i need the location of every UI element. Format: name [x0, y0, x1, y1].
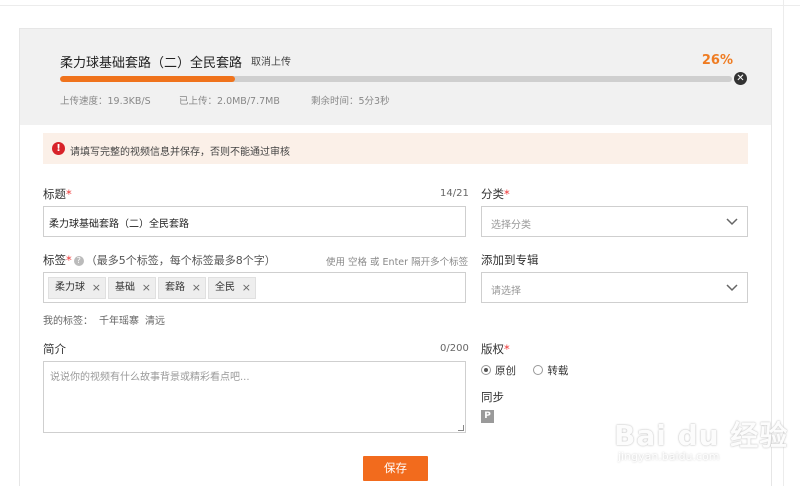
save-button[interactable]: 保存	[363, 456, 428, 481]
watermark-url: jingyan.baidu.com	[618, 450, 720, 463]
tags-input[interactable]: 柔力球 × 基础 × 套路 × 全民 ×	[43, 272, 466, 303]
radio-repost[interactable]: 转载	[533, 365, 568, 377]
tag-label: 柔力球	[55, 282, 85, 293]
watermark-logo-text: Bai du 经验	[614, 419, 789, 452]
radio-button[interactable]	[533, 365, 544, 375]
album-select[interactable]: 请选择	[481, 272, 748, 303]
uploaded-size: 已上传：2.0MB/7.7MB	[179, 96, 280, 107]
tag-label: 基础	[115, 282, 135, 293]
warning-text: 请填写完整的视频信息并保存，否则不能通过审核	[70, 147, 290, 158]
tag-chip: 基础 ×	[108, 277, 156, 299]
upload-progress-bar	[60, 76, 732, 82]
baidu-watermark: Bai du 经验 jingyan.baidu.com	[614, 400, 787, 466]
warning-icon: !	[52, 142, 65, 155]
upload-percent: 26%	[701, 53, 733, 68]
tag-chip: 全民 ×	[208, 277, 256, 299]
remaining-time: 剩余时间：5分3秒	[311, 96, 390, 107]
upload-video-title: 柔力球基础套路（二）全民套路	[60, 56, 243, 71]
top-divider	[0, 5, 800, 6]
category-label: 分类*	[481, 187, 510, 201]
album-placeholder: 请选择	[491, 286, 521, 297]
my-tags-label: 我的标签：	[43, 316, 93, 327]
chevron-down-icon	[726, 218, 738, 226]
close-icon[interactable]: ✕	[734, 72, 747, 85]
radio-original[interactable]: 原创	[481, 365, 516, 377]
copyright-label: 版权*	[481, 342, 510, 356]
remove-tag-icon[interactable]: ×	[142, 278, 151, 298]
chevron-down-icon	[726, 284, 738, 292]
upload-progress-fill	[60, 76, 235, 82]
category-select[interactable]: 选择分类	[481, 206, 748, 237]
tag-chip: 柔力球 ×	[48, 277, 106, 299]
title-input[interactable]: 柔力球基础套路（二）全民套路	[43, 206, 466, 237]
tag-chip: 套路 ×	[158, 277, 206, 299]
sync-label: 同步	[481, 390, 504, 404]
category-placeholder: 选择分类	[491, 220, 531, 231]
tags-label: 标签*? （最多5个标签，每个标签最多8个字）	[43, 253, 276, 267]
my-tags: 我的标签： 千年瑶寨 清远	[43, 312, 171, 327]
intro-placeholder: 说说你的视频有什么故事背景或精彩看点吧...	[50, 372, 250, 383]
album-label: 添加到专辑	[481, 253, 539, 267]
tag-label: 全民	[215, 282, 235, 293]
tags-tip: 使用 空格 或 Enter 隔开多个标签	[326, 257, 469, 268]
cancel-upload-link[interactable]: 取消上传	[251, 53, 291, 68]
upload-status-box: 柔力球基础套路（二）全民套路 取消上传 26% ✕ 上传速度：19.3KB/S …	[20, 29, 771, 125]
title-label: 标题*	[43, 187, 72, 201]
remove-tag-icon[interactable]: ×	[192, 278, 201, 298]
help-icon[interactable]: ?	[73, 256, 84, 266]
tag-label: 套路	[165, 282, 185, 293]
resize-handle[interactable]	[458, 425, 464, 431]
copyright-options: 原创 转载	[481, 363, 568, 378]
remove-tag-icon[interactable]: ×	[242, 278, 251, 298]
intro-textarea[interactable]: 说说你的视频有什么故事背景或精彩看点吧...	[43, 361, 466, 433]
intro-label: 简介	[43, 342, 66, 356]
title-input-value: 柔力球基础套路（二）全民套路	[49, 219, 189, 230]
my-tag-item[interactable]: 千年瑶寨	[99, 316, 139, 327]
upload-speed: 上传速度：19.3KB/S	[60, 96, 151, 107]
radio-button[interactable]	[481, 365, 491, 375]
warning-banner: ! 请填写完整的视频信息并保存，否则不能通过审核	[43, 133, 748, 164]
title-counter: 14/21	[440, 188, 469, 199]
remove-tag-icon[interactable]: ×	[92, 278, 101, 298]
my-tag-item[interactable]: 清远	[145, 316, 165, 327]
tags-hint: （最多5个标签，每个标签最多8个字）	[85, 254, 276, 267]
sync-platform-icon[interactable]: P	[481, 410, 494, 423]
intro-counter: 0/200	[440, 343, 469, 354]
